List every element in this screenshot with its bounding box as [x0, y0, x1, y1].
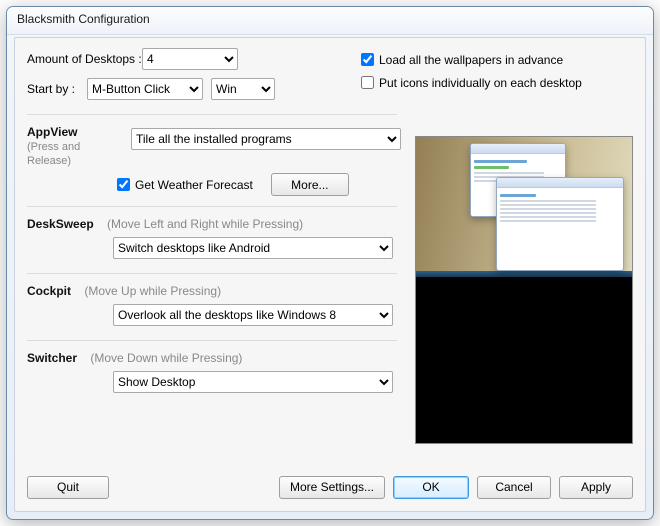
separator: [27, 273, 397, 274]
apply-button[interactable]: Apply: [559, 476, 633, 499]
titlebar[interactable]: Blacksmith Configuration: [7, 7, 653, 35]
separator: [27, 114, 397, 115]
cockpit-select[interactable]: Overlook all the desktops like Windows 8: [113, 304, 393, 326]
separator: [27, 206, 397, 207]
appview-select[interactable]: Tile all the installed programs: [131, 128, 401, 150]
load-wallpapers-label: Load all the wallpapers in advance: [379, 53, 563, 67]
amount-of-desktops-select[interactable]: 4: [142, 48, 238, 70]
weather-checkbox[interactable]: [117, 178, 130, 191]
put-icons-label: Put icons individually on each desktop: [379, 76, 582, 90]
footer: Quit More Settings... OK Cancel Apply: [27, 473, 633, 501]
put-icons-checkbox[interactable]: [361, 76, 374, 89]
more-settings-button[interactable]: More Settings...: [279, 476, 385, 499]
weather-label: Get Weather Forecast: [135, 178, 253, 192]
cockpit-title: Cockpit: [27, 284, 71, 298]
preview-panel: [415, 136, 633, 444]
modifier-select[interactable]: Win: [211, 78, 275, 100]
cockpit-hint: (Move Up while Pressing): [84, 284, 221, 298]
desksweep-title: DeskSweep: [27, 217, 94, 231]
appview-title: AppView: [27, 125, 77, 139]
switcher-hint: (Move Down while Pressing): [90, 351, 242, 365]
ok-button[interactable]: OK: [393, 476, 469, 499]
load-wallpapers-checkbox[interactable]: [361, 53, 374, 66]
window-title: Blacksmith Configuration: [17, 12, 150, 26]
quit-button[interactable]: Quit: [27, 476, 109, 499]
appview-hint: (Press and Release): [27, 141, 80, 167]
put-icons-row[interactable]: Put icons individually on each desktop: [357, 73, 633, 92]
amount-of-desktops-label: Amount of Desktops :: [27, 52, 142, 66]
desksweep-select[interactable]: Switch desktops like Android: [113, 237, 393, 259]
cancel-button[interactable]: Cancel: [477, 476, 551, 499]
start-by-select[interactable]: M-Button Click: [87, 78, 203, 100]
client-area: Amount of Desktops : 4 Start by : M-Butt…: [14, 37, 646, 512]
load-wallpapers-row[interactable]: Load all the wallpapers in advance: [357, 50, 633, 69]
app-window: Blacksmith Configuration Amount of Deskt…: [6, 6, 654, 520]
weather-row[interactable]: Get Weather Forecast: [113, 175, 253, 194]
more-button[interactable]: More...: [271, 173, 349, 196]
desksweep-hint: (Move Left and Right while Pressing): [107, 217, 303, 231]
switcher-title: Switcher: [27, 351, 77, 365]
start-by-label: Start by :: [27, 82, 87, 96]
switcher-select[interactable]: Show Desktop: [113, 371, 393, 393]
preview-window-2: [496, 177, 624, 271]
preview-taskbar: [416, 271, 632, 277]
separator: [27, 340, 397, 341]
